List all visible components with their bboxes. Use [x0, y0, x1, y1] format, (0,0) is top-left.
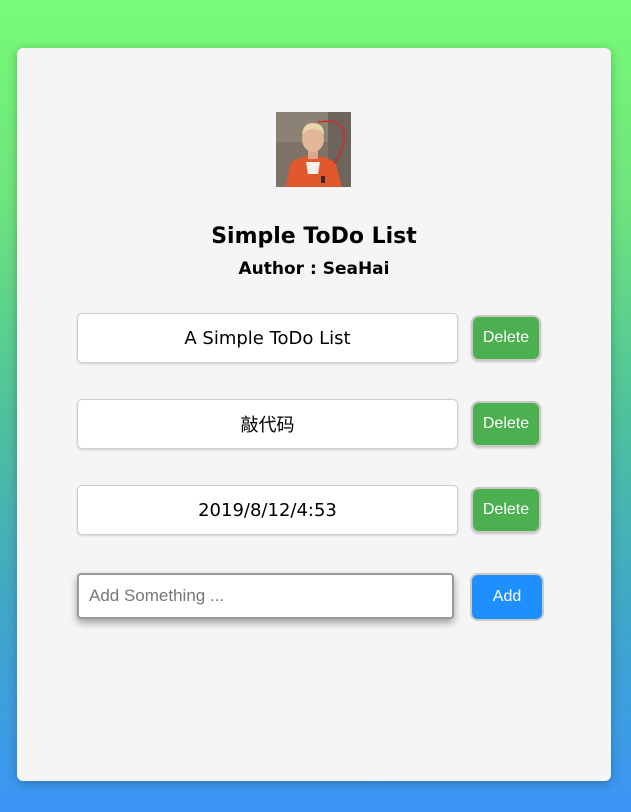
todo-text: A Simple ToDo List [77, 313, 458, 363]
delete-button[interactable]: Delete [471, 487, 541, 533]
add-todo-input[interactable] [77, 573, 454, 619]
todo-card: Simple ToDo List Author : SeaHai A Simpl… [17, 48, 611, 781]
author-label: Author : SeaHai [238, 259, 390, 279]
todo-text: 敲代码 [77, 399, 458, 449]
delete-button[interactable]: Delete [471, 401, 541, 447]
page-title: Simple ToDo List [211, 224, 417, 249]
todo-text: 2019/8/12/4:53 [77, 485, 458, 535]
todo-item: 敲代码 Delete [77, 399, 545, 451]
add-form: Add [77, 573, 545, 623]
todo-item: A Simple ToDo List Delete [77, 313, 545, 365]
delete-button[interactable]: Delete [471, 315, 541, 361]
todo-item: 2019/8/12/4:53 Delete [77, 485, 545, 537]
add-button[interactable]: Add [470, 573, 544, 621]
avatar [276, 112, 351, 187]
profile-photo-icon [276, 112, 351, 187]
